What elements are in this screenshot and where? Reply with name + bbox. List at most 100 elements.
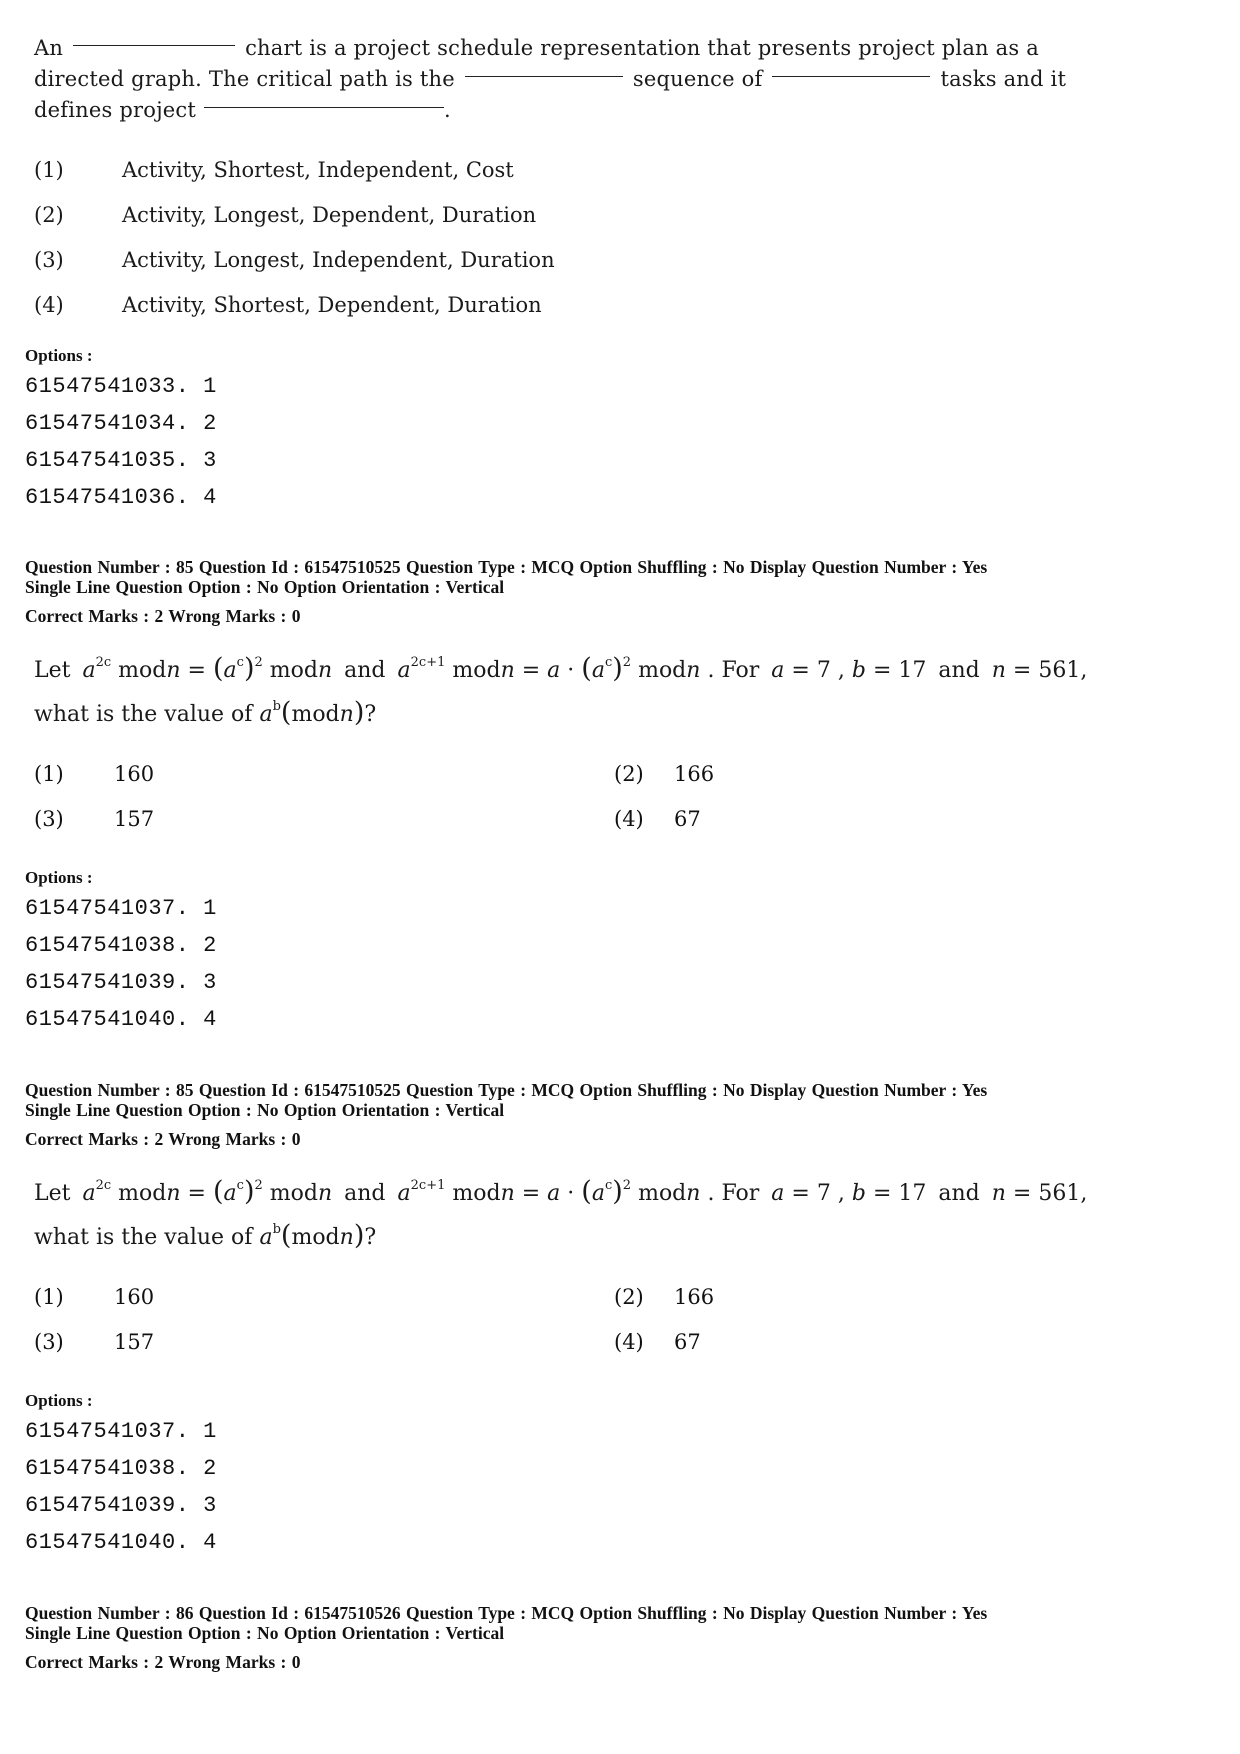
math-op: mod xyxy=(638,658,687,683)
stem-word: Let xyxy=(34,1181,71,1206)
math-var: n xyxy=(339,1225,354,1250)
math-op: mod xyxy=(291,702,340,727)
math-var: n xyxy=(500,1181,515,1206)
math-op: mod xyxy=(269,658,318,683)
q85b-stem-line1: Let a2c modn = (ac)2 modn and a2c+1 modn = … xyxy=(34,1176,1088,1207)
math-var: a xyxy=(259,702,273,727)
math-exponent: b xyxy=(272,1222,281,1237)
math-op: mod xyxy=(269,1181,318,1206)
math-var: a xyxy=(547,658,561,683)
stem-word: For xyxy=(721,1181,760,1206)
answer-number: (4) xyxy=(34,293,64,317)
math-op: mod xyxy=(118,1181,167,1206)
answer-number: (3) xyxy=(34,248,64,272)
math-var: n xyxy=(686,1181,701,1206)
q85a-answer-1: (1) 160 xyxy=(34,762,154,786)
answer-text: 157 xyxy=(114,807,155,831)
q84-stem-text: tasks and it xyxy=(940,67,1067,91)
answer-text: 67 xyxy=(674,807,701,831)
math-var: a xyxy=(259,1225,273,1250)
math-var: n xyxy=(991,658,1006,683)
math-exponent: b xyxy=(272,699,281,714)
q85a-answer-4: (4) 67 xyxy=(614,807,701,831)
q85a-answer-3: (3) 157 xyxy=(34,807,154,831)
math-var: a xyxy=(223,658,237,683)
q85a-stem-line2: what is the value of ab(modn)? xyxy=(34,697,377,728)
math-var: a xyxy=(547,1181,561,1206)
math-var: b xyxy=(851,1181,866,1206)
stem-word: and xyxy=(938,1181,980,1206)
answer-number: (1) xyxy=(34,158,64,182)
answer-text: Activity, Shortest, Dependent, Duration xyxy=(122,293,542,317)
q84-answer-3: (3) Activity, Longest, Independent, Durat… xyxy=(34,248,555,272)
q85b-option-id-2: 61547541038. 2 xyxy=(25,1456,217,1481)
math-op: · xyxy=(567,658,575,683)
punct: , xyxy=(837,1181,845,1206)
answer-number: (2) xyxy=(614,1285,644,1309)
math-exponent: c xyxy=(236,655,244,670)
math-var: a xyxy=(82,658,96,683)
math-op: mod xyxy=(452,658,501,683)
math-exponent: 2 xyxy=(254,655,263,670)
stem-word: what is the value of xyxy=(34,702,253,727)
math-var: n xyxy=(500,658,515,683)
stem-word: and xyxy=(938,658,980,683)
math-var: n xyxy=(317,1181,333,1206)
stem-word: what is the value of xyxy=(34,1225,253,1250)
q85b-answer-3: (3) 157 xyxy=(34,1330,154,1354)
blank-line xyxy=(73,45,236,46)
q84-stem-text: . xyxy=(444,98,451,122)
math-value: = 17 xyxy=(872,658,927,683)
punct: ? xyxy=(364,1225,377,1250)
q84-stem-line3: defines project. xyxy=(34,98,451,122)
answer-number: (2) xyxy=(614,762,644,786)
math-op: = xyxy=(521,1181,541,1206)
q84-option-id-4: 61547541036. 4 xyxy=(25,485,217,510)
q84-stem-text: sequence of xyxy=(632,67,763,91)
punct: , xyxy=(1080,1181,1088,1206)
q84-stem-text: An xyxy=(34,36,64,60)
math-exponent: 2 xyxy=(622,1178,632,1193)
math-op: mod xyxy=(291,1225,340,1250)
math-var: n xyxy=(166,658,181,683)
q85b-options-label: Options : xyxy=(25,1391,93,1410)
q84-stem-text: directed graph. The critical path is the xyxy=(34,67,455,91)
q86-marks: Correct Marks : 2 Wrong Marks : 0 xyxy=(25,1652,301,1672)
q84-stem-text: chart is a project schedule representati… xyxy=(245,36,1039,60)
answer-text: 157 xyxy=(114,1330,155,1354)
q84-answer-1: (1) Activity, Shortest, Independent, Cost xyxy=(34,158,514,182)
punct: . xyxy=(707,658,715,683)
q84-stem-line1: An chart is a project schedule representa… xyxy=(34,36,1039,60)
answer-text: Activity, Longest, Independent, Duration xyxy=(122,248,555,272)
answer-text: 166 xyxy=(674,762,715,786)
math-op: = xyxy=(521,658,541,683)
q85a-option-id-1: 61547541037. 1 xyxy=(25,896,217,921)
math-exponent: 2 xyxy=(254,1178,263,1193)
math-var: a xyxy=(591,1181,605,1206)
math-var: a xyxy=(591,658,605,683)
punct: ? xyxy=(364,702,377,727)
answer-number: (1) xyxy=(34,762,64,786)
q86-meta-line1: Question Number : 86 Question Id : 61547… xyxy=(25,1603,988,1623)
q85b-answer-1: (1) 160 xyxy=(34,1285,154,1309)
answer-number: (2) xyxy=(34,203,64,227)
math-op: mod xyxy=(118,658,167,683)
answer-text: Activity, Shortest, Independent, Cost xyxy=(122,158,514,182)
q85a-meta-line2: Single Line Question Option : No Option … xyxy=(25,577,505,597)
math-op: = xyxy=(187,658,206,683)
math-var: a xyxy=(397,1181,411,1206)
q84-answer-4: (4) Activity, Shortest, Dependent, Durati… xyxy=(34,293,542,317)
stem-word: and xyxy=(344,1181,386,1206)
math-var: n xyxy=(317,658,333,683)
math-var: a xyxy=(82,1181,96,1206)
math-value: = 7 xyxy=(791,1181,831,1206)
q85a-option-id-2: 61547541038. 2 xyxy=(25,933,217,958)
math-op: mod xyxy=(452,1181,501,1206)
math-value: = 561 xyxy=(1012,1181,1081,1206)
blank-line xyxy=(464,76,623,77)
math-var: n xyxy=(991,1181,1006,1206)
answer-text: 67 xyxy=(674,1330,701,1354)
q85b-answer-2: (2) 166 xyxy=(614,1285,714,1309)
math-op: mod xyxy=(638,1181,687,1206)
q85b-marks: Correct Marks : 2 Wrong Marks : 0 xyxy=(25,1129,301,1149)
